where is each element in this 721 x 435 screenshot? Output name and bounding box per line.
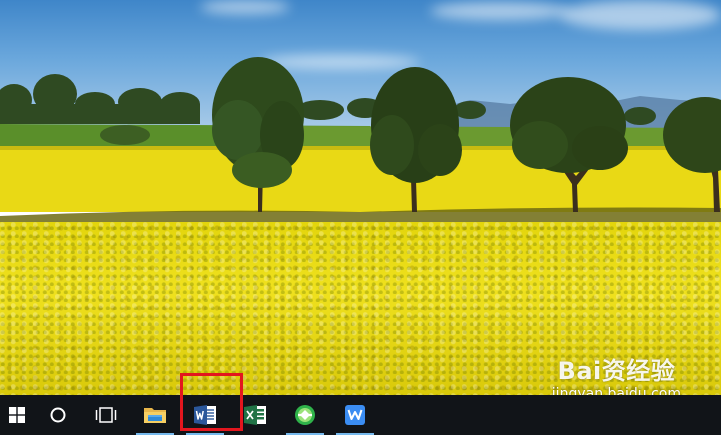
wps-button[interactable] bbox=[330, 395, 380, 435]
desktop-wallpaper bbox=[0, 0, 721, 395]
wps-icon bbox=[345, 405, 365, 425]
cortana-search-icon bbox=[50, 407, 66, 423]
task-view-icon bbox=[95, 407, 117, 423]
green-browser-button[interactable] bbox=[280, 395, 330, 435]
word-button[interactable] bbox=[180, 395, 230, 435]
green-browser-icon bbox=[295, 405, 315, 425]
watermark-logo: Bai资经验 bbox=[557, 357, 676, 385]
cortana-search-button[interactable] bbox=[34, 395, 82, 435]
word-icon bbox=[194, 405, 216, 425]
taskbar bbox=[0, 395, 721, 435]
file-explorer-icon bbox=[144, 408, 166, 423]
task-view-button[interactable] bbox=[82, 395, 130, 435]
excel-icon bbox=[244, 405, 266, 425]
start-button[interactable] bbox=[0, 395, 34, 435]
file-explorer-button[interactable] bbox=[130, 395, 180, 435]
windows-start-icon bbox=[9, 407, 25, 423]
excel-button[interactable] bbox=[230, 395, 280, 435]
